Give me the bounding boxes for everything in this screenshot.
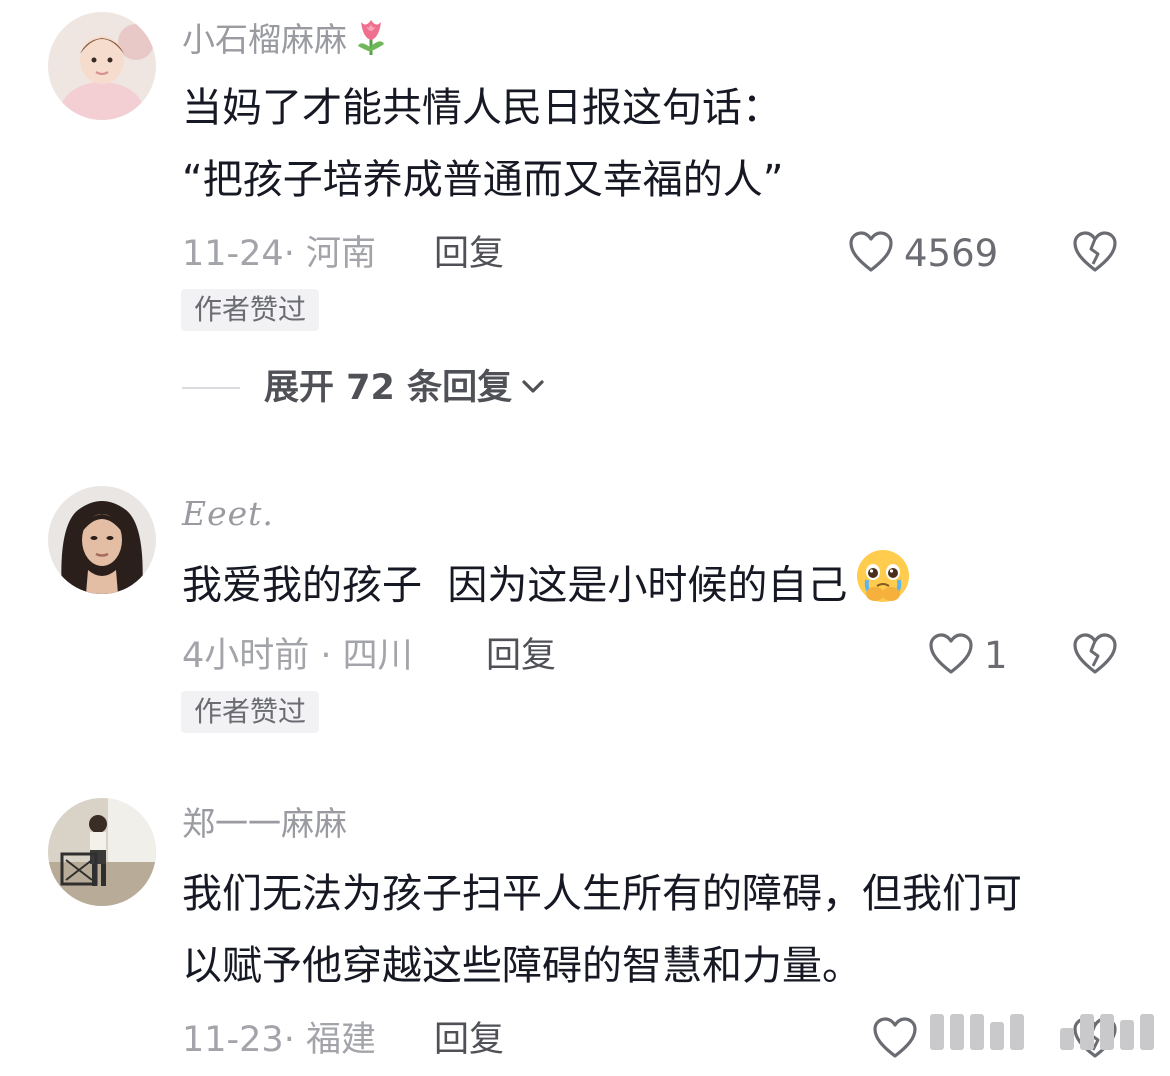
comment-line: 当妈了才能共情人民日报这句话： [182,85,782,131]
reply-button[interactable]: 回复 [486,634,556,678]
date-location: 4小时前 · 四川 [182,636,413,676]
broken-heart-icon [1072,633,1118,680]
username[interactable]: Eeet. [182,492,274,536]
divider-line [182,387,240,389]
like-button[interactable]: 4569 [848,230,998,278]
username[interactable]: 郑一一麻麻 [182,802,347,846]
expand-replies-button[interactable]: 展开 72 条回复 [182,366,546,410]
dislike-button[interactable] [1072,230,1118,278]
like-button[interactable] [872,1016,918,1064]
watermark-bars [930,1014,1154,1050]
avatar[interactable] [48,12,156,120]
reply-button[interactable]: 回复 [434,1018,504,1062]
expand-replies-label: 展开 72 条回复 [264,368,513,408]
like-count: 1 [984,634,1008,677]
heart-outline-icon [848,230,894,278]
heart-outline-icon [872,1016,918,1064]
comment-line: “把孩子培养成普通而又幸福的人” [182,157,784,203]
username[interactable]: 小石榴麻麻 [182,16,389,67]
author-liked-badge: 作者赞过 [181,691,320,733]
comment-text: 我们无法为孩子扫平人生所有的障碍，但我们可 以赋予他穿越这些障碍的智慧和力量。 [182,858,1022,1002]
date-location: 11-23· 福建 [182,1020,376,1060]
comment-line: 我们无法为孩子扫平人生所有的障碍，但我们可 [182,871,1022,917]
avatar[interactable] [48,486,156,594]
reply-button[interactable]: 回复 [434,232,504,276]
crying-pleading-emoji-icon [853,548,913,627]
dislike-button[interactable] [1072,632,1118,680]
comment-line: 以赋予他穿越这些障碍的智慧和力量。 [182,943,862,989]
broken-heart-icon [1072,231,1118,278]
like-button[interactable]: 1 [928,632,1008,680]
like-count: 4569 [904,232,999,275]
comment-text: 当妈了才能共情人民日报这句话： “把孩子培养成普通而又幸福的人” [182,72,783,216]
heart-outline-icon [928,632,974,680]
avatar[interactable] [48,798,156,906]
tulip-emoji-icon [353,16,389,67]
username-text[interactable]: 小石榴麻麻 [182,20,347,59]
comment-line: 我爱我的孩子 因为这是小时候的自己 [182,562,848,609]
comment-text: 我爱我的孩子 因为这是小时候的自己 [182,548,913,627]
author-liked-badge: 作者赞过 [181,289,320,331]
date-location: 11-24· 河南 [182,234,376,274]
chevron-down-icon [520,376,546,400]
